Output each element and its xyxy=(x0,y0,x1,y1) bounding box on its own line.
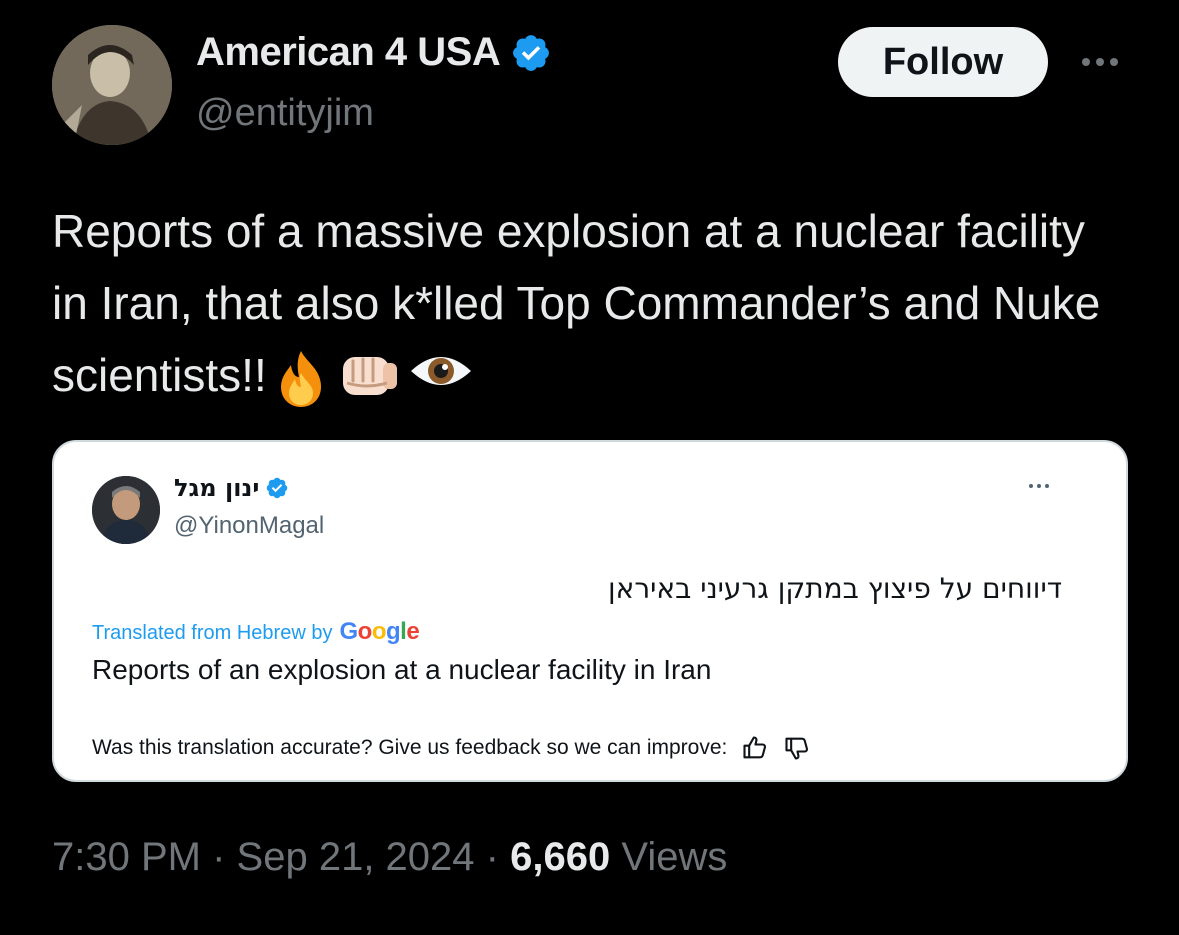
author-name-text[interactable]: American 4 USA xyxy=(196,30,501,75)
quoted-tweet-card[interactable]: ינון מגל @YinonMagal דיווחים על פיצוץ במ… xyxy=(52,440,1128,782)
tweet-time[interactable]: 7:30 PM xyxy=(52,835,201,879)
more-dot xyxy=(1110,58,1118,66)
tweet-date[interactable]: Sep 21, 2024 xyxy=(237,835,475,879)
more-dot xyxy=(1037,484,1041,488)
tweet-body: Reports of a massive explosion at a nucl… xyxy=(52,195,1132,411)
more-dot xyxy=(1045,484,1049,488)
more-dot xyxy=(1029,484,1033,488)
quoted-translation: Reports of an explosion at a nuclear fac… xyxy=(92,654,712,685)
eye-icon xyxy=(410,356,471,385)
tweet-metadata: 7:30 PM · Sep 21, 2024 · 6,660 Views xyxy=(52,835,727,880)
fist-icon xyxy=(342,356,397,395)
google-logo: Google xyxy=(339,618,420,645)
separator: · xyxy=(212,835,226,879)
translation-feedback: Was this translation accurate? Give us f… xyxy=(92,734,811,762)
views-count: 6,660 xyxy=(510,835,611,879)
more-dot xyxy=(1082,58,1090,66)
thumbs-down-icon[interactable] xyxy=(783,734,811,762)
thumbs-up-icon[interactable] xyxy=(741,734,769,762)
fire-icon xyxy=(280,350,321,407)
quoted-author-name-text[interactable]: ינון מגל xyxy=(174,474,259,502)
translation-attribution: Translated from Hebrew by Google xyxy=(92,618,420,646)
author-avatar[interactable] xyxy=(52,25,172,145)
quoted-original-text: דיווחים על פיצוץ במתקן גרעיני באיראן xyxy=(607,572,1062,605)
quoted-author-handle[interactable]: @YinonMagal xyxy=(174,512,324,540)
separator: · xyxy=(485,835,499,879)
quoted-author-avatar[interactable] xyxy=(92,476,160,544)
feedback-prompt: Was this translation accurate? Give us f… xyxy=(92,736,728,759)
quoted-more-options-icon[interactable] xyxy=(1029,484,1049,488)
verified-badge-icon xyxy=(513,34,550,71)
author-name[interactable]: American 4 USA xyxy=(196,30,552,75)
views-label: Views xyxy=(621,835,728,879)
tweet-text: Reports of a massive explosion at a nucl… xyxy=(52,205,1101,401)
tweet-emojis xyxy=(273,349,473,409)
quoted-author-name[interactable]: ינון מגל xyxy=(174,474,289,502)
quoted-verified-badge-icon xyxy=(267,477,288,499)
follow-button[interactable]: Follow xyxy=(838,27,1048,97)
more-dot xyxy=(1096,58,1104,66)
author-handle[interactable]: @entityjim xyxy=(196,92,374,135)
more-options-icon[interactable] xyxy=(1070,40,1130,84)
translated-label: Translated from Hebrew by xyxy=(92,622,333,644)
